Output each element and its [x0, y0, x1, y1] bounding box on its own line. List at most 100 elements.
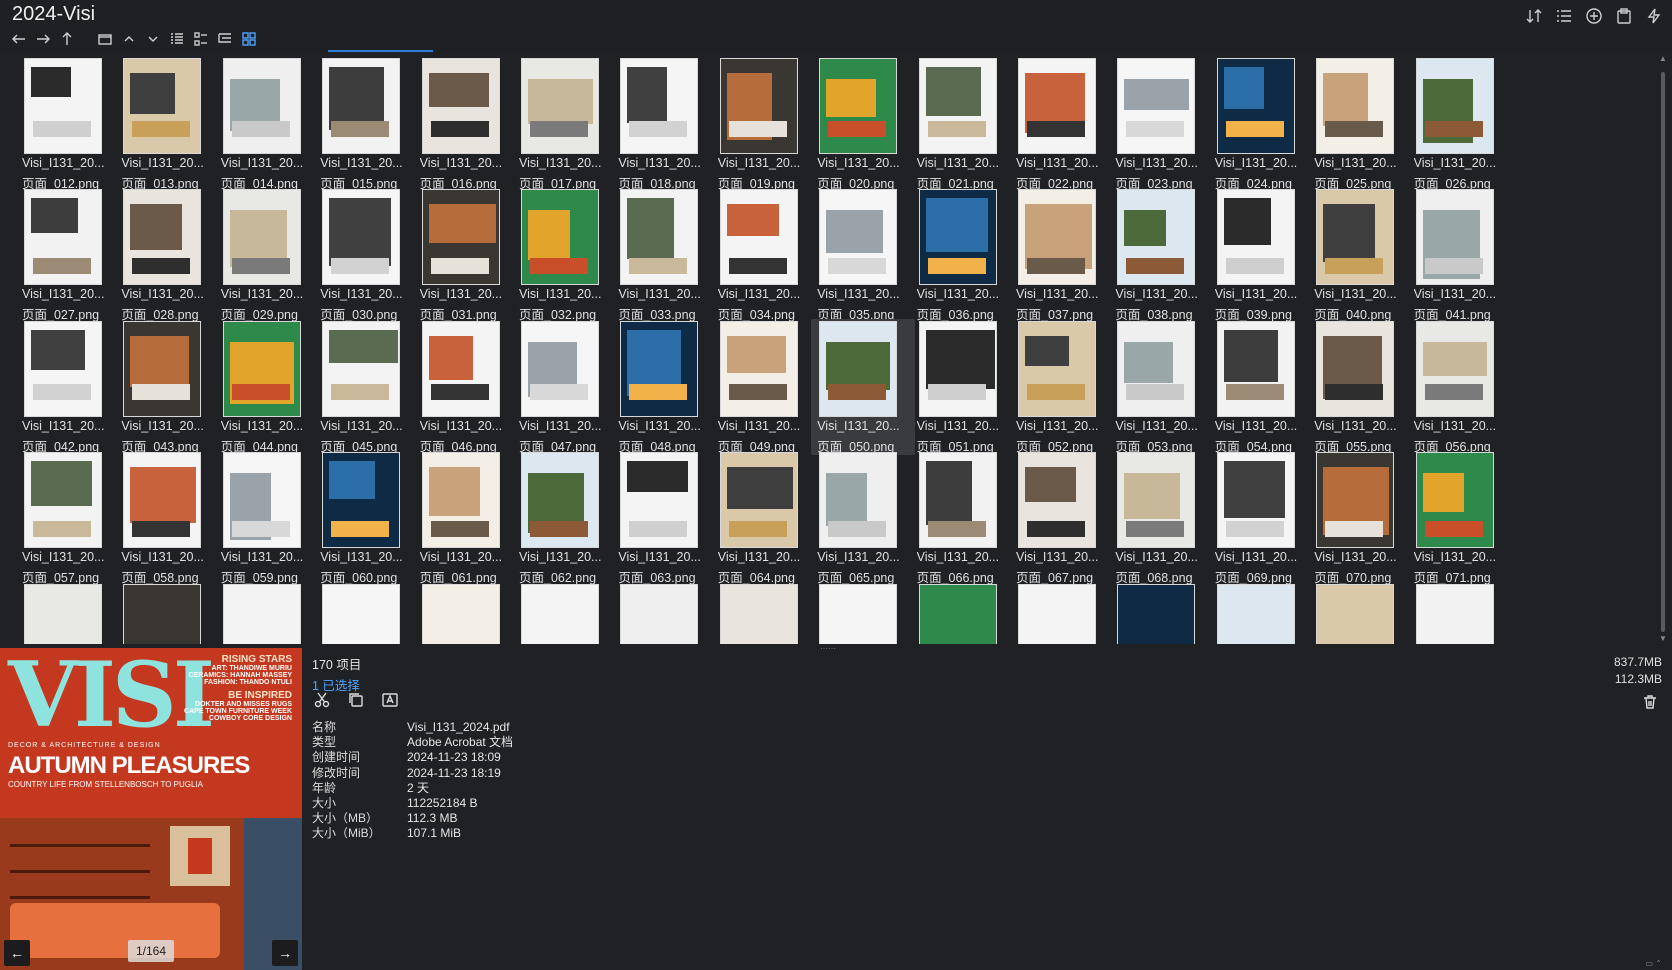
clipboard-icon[interactable]: [1614, 6, 1634, 26]
preview-prev-button[interactable]: ←: [4, 940, 30, 966]
thumbnail-item[interactable]: Visi_I131_20... 页面_066.png: [911, 450, 1015, 586]
thumbnail-item[interactable]: [314, 582, 418, 644]
chevron-down-icon[interactable]: [144, 30, 162, 48]
thumbnail-item[interactable]: Visi_I131_20... 页面_038.png: [1109, 187, 1213, 323]
thumbnail-item[interactable]: Visi_I131_20... 页面_033.png: [612, 187, 716, 323]
thumbnail-item[interactable]: Visi_I131_20... 页面_070.png: [1308, 450, 1412, 586]
thumbnail-item[interactable]: Visi_I131_20... 页面_039.png: [1209, 187, 1313, 323]
thumbnail-item[interactable]: Visi_I131_20... 页面_058.png: [115, 450, 219, 586]
thumbnail-item[interactable]: Visi_I131_20... 页面_051.png: [911, 319, 1015, 455]
copy-icon[interactable]: [346, 690, 366, 710]
thumbnail-item[interactable]: Visi_I131_20... 页面_031.png: [414, 187, 518, 323]
thumbnail-item[interactable]: Visi_I131_20... 页面_034.png: [712, 187, 816, 323]
list-view-icon[interactable]: [192, 30, 210, 48]
scroll-down-icon[interactable]: ▼: [1659, 634, 1667, 643]
scrollbar-thumb[interactable]: [1661, 72, 1665, 632]
add-circle-icon[interactable]: [1584, 6, 1604, 26]
cut-icon[interactable]: [312, 690, 332, 710]
trash-icon[interactable]: [1640, 692, 1660, 712]
thumbnail-item[interactable]: Visi_I131_20... 页面_053.png: [1109, 319, 1213, 455]
thumbnail-item[interactable]: Visi_I131_20... 页面_018.png: [612, 56, 716, 192]
thumbnail-item[interactable]: [612, 582, 716, 644]
thumbnail-item[interactable]: [1109, 582, 1213, 644]
thumbnail-view-icon[interactable]: [240, 30, 258, 48]
thumbnail-item[interactable]: Visi_I131_20... 页面_059.png: [215, 450, 319, 586]
thumbnail-item[interactable]: Visi_I131_20... 页面_013.png: [115, 56, 219, 192]
thumbnail-item[interactable]: Visi_I131_20... 页面_046.png: [414, 319, 518, 455]
thumbnail-item[interactable]: Visi_I131_20... 页面_057.png: [16, 450, 120, 586]
thumbnail-item[interactable]: Visi_I131_20... 页面_030.png: [314, 187, 418, 323]
thumbnail-item[interactable]: Visi_I131_20... 页面_012.png: [16, 56, 120, 192]
thumbnail-item[interactable]: Visi_I131_20... 页面_067.png: [1010, 450, 1114, 586]
back-arrow-icon[interactable]: [10, 30, 28, 48]
folder-icon[interactable]: [96, 30, 114, 48]
thumbnail-item[interactable]: Visi_I131_20... 页面_069.png: [1209, 450, 1313, 586]
thumbnail-item[interactable]: Visi_I131_20... 页面_055.png: [1308, 319, 1412, 455]
thumbnail-item[interactable]: Visi_I131_20... 页面_037.png: [1010, 187, 1114, 323]
forward-arrow-icon[interactable]: [34, 30, 52, 48]
thumbnail-item[interactable]: Visi_I131_20... 页面_014.png: [215, 56, 319, 192]
thumbnail-item[interactable]: Visi_I131_20... 页面_050.png: [811, 318, 916, 455]
thumbnail-item[interactable]: Visi_I131_20... 页面_017.png: [513, 56, 617, 192]
chevron-up-icon[interactable]: [120, 30, 138, 48]
thumbnail-item[interactable]: Visi_I131_20... 页面_028.png: [115, 187, 219, 323]
thumbnail-item[interactable]: [16, 582, 120, 644]
thumbnail-item[interactable]: Visi_I131_20... 页面_048.png: [612, 319, 716, 455]
thumbnail-item[interactable]: Visi_I131_20... 页面_029.png: [215, 187, 319, 323]
thumbnail-item[interactable]: Visi_I131_20... 页面_035.png: [811, 187, 915, 323]
thumbnail-item[interactable]: Visi_I131_20... 页面_060.png: [314, 450, 418, 586]
thumbnail-item[interactable]: [1010, 582, 1114, 644]
thumbnail-item[interactable]: Visi_I131_20... 页面_062.png: [513, 450, 617, 586]
thumbnail-item[interactable]: Visi_I131_20... 页面_027.png: [16, 187, 120, 323]
thumbnail-item[interactable]: [911, 582, 1015, 644]
thumbnail-item[interactable]: [115, 582, 219, 644]
thumbnail-item[interactable]: Visi_I131_20... 页面_023.png: [1109, 56, 1213, 192]
vertical-scrollbar[interactable]: ▲ ▼: [1658, 54, 1668, 644]
thumbnail-item[interactable]: [1308, 582, 1412, 644]
thumbnail-item[interactable]: Visi_I131_20... 页面_065.png: [811, 450, 915, 586]
thumbnail-item[interactable]: [513, 582, 617, 644]
thumbnail-item[interactable]: Visi_I131_20... 页面_020.png: [811, 56, 915, 192]
thumbnail-item[interactable]: Visi_I131_20... 页面_021.png: [911, 56, 1015, 192]
thumbnail-item[interactable]: Visi_I131_20... 页面_068.png: [1109, 450, 1213, 586]
thumbnail-item[interactable]: [712, 582, 816, 644]
thumbnail-item[interactable]: Visi_I131_20... 页面_015.png: [314, 56, 418, 192]
splitter-handle[interactable]: ⋯⋯: [808, 644, 848, 653]
thumbnail-item[interactable]: Visi_I131_20... 页面_040.png: [1308, 187, 1412, 323]
thumbnail-item[interactable]: Visi_I131_20... 页面_056.png: [1408, 319, 1512, 455]
thumbnail-item[interactable]: [1209, 582, 1313, 644]
thumbnail-item[interactable]: [1408, 582, 1512, 644]
thumbnail-item[interactable]: Visi_I131_20... 页面_047.png: [513, 319, 617, 455]
thumbnail-item[interactable]: Visi_I131_20... 页面_026.png: [1408, 56, 1512, 192]
thumbnail-item[interactable]: [215, 582, 319, 644]
thumbnail-item[interactable]: Visi_I131_20... 页面_041.png: [1408, 187, 1512, 323]
list-view-icon[interactable]: [1554, 6, 1574, 26]
thumbnail-item[interactable]: Visi_I131_20... 页面_036.png: [911, 187, 1015, 323]
sort-icon[interactable]: [1524, 6, 1544, 26]
rename-icon[interactable]: [380, 690, 400, 710]
thumbnail-item[interactable]: Visi_I131_20... 页面_043.png: [115, 319, 219, 455]
thumbnail-item[interactable]: Visi_I131_20... 页面_022.png: [1010, 56, 1114, 192]
up-arrow-icon[interactable]: [58, 30, 76, 48]
thumbnail-item[interactable]: Visi_I131_20... 页面_045.png: [314, 319, 418, 455]
scroll-up-icon[interactable]: ▲: [1659, 54, 1667, 63]
details-view-icon[interactable]: [168, 30, 186, 48]
tree-view-icon[interactable]: [216, 30, 234, 48]
thumbnail-item[interactable]: Visi_I131_20... 页面_061.png: [414, 450, 518, 586]
thumbnail-item[interactable]: Visi_I131_20... 页面_063.png: [612, 450, 716, 586]
thumbnail-item[interactable]: [414, 582, 518, 644]
thumbnail-item[interactable]: Visi_I131_20... 页面_024.png: [1209, 56, 1313, 192]
thumbnail-item[interactable]: Visi_I131_20... 页面_049.png: [712, 319, 816, 455]
thumbnail-item[interactable]: Visi_I131_20... 页面_071.png: [1408, 450, 1512, 586]
thumbnail-item[interactable]: Visi_I131_20... 页面_016.png: [414, 56, 518, 192]
flash-icon[interactable]: [1644, 6, 1664, 26]
thumbnail-item[interactable]: Visi_I131_20... 页面_042.png: [16, 319, 120, 455]
thumbnail-item[interactable]: Visi_I131_20... 页面_032.png: [513, 187, 617, 323]
preview-next-button[interactable]: →: [272, 940, 298, 966]
thumbnail-item[interactable]: Visi_I131_20... 页面_054.png: [1209, 319, 1313, 455]
thumbnail-item[interactable]: Visi_I131_20... 页面_044.png: [215, 319, 319, 455]
thumbnail-item[interactable]: Visi_I131_20... 页面_052.png: [1010, 319, 1114, 455]
thumbnail-item[interactable]: Visi_I131_20... 页面_025.png: [1308, 56, 1412, 192]
thumbnail-item[interactable]: [811, 582, 915, 644]
thumbnail-item[interactable]: Visi_I131_20... 页面_064.png: [712, 450, 816, 586]
